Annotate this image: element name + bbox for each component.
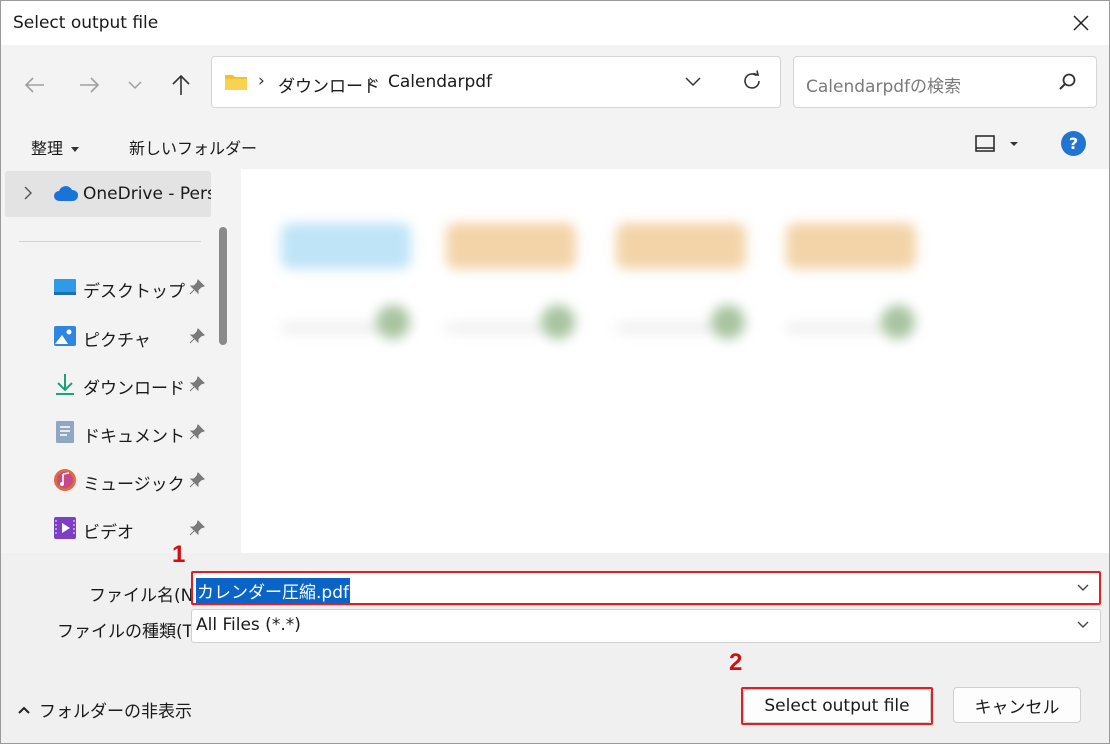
help-icon: ?	[1068, 134, 1079, 153]
pin-icon[interactable]	[189, 279, 205, 295]
up-button[interactable]	[163, 67, 199, 103]
address-bar[interactable]: › ダウンロード › Calendarpdf	[211, 56, 781, 108]
pin-icon[interactable]	[189, 472, 205, 488]
onedrive-cloud-icon	[54, 186, 79, 201]
sidebar-item-documents[interactable]: ドキュメント	[51, 412, 211, 452]
view-layout-icon	[975, 135, 1018, 152]
navigation-bar: › ダウンロード › Calendarpdf Calendarpdfの検索	[1, 45, 1109, 121]
pictures-icon	[54, 326, 76, 346]
sidebar-item-label: ピクチャ	[83, 331, 151, 351]
up-arrow-icon	[172, 74, 190, 95]
pin-icon[interactable]	[189, 376, 205, 392]
refresh-icon[interactable]	[740, 69, 764, 93]
sidebar-item-label: ミュージック	[83, 475, 185, 495]
close-button[interactable]	[1053, 1, 1109, 45]
filetype-select[interactable]: All Files (*.*)	[191, 609, 1101, 643]
chevron-up-icon	[18, 706, 30, 714]
search-placeholder: Calendarpdfの検索	[806, 77, 962, 97]
new-folder-button[interactable]: 新しいフォルダー	[129, 135, 257, 159]
view-options-button[interactable]	[973, 133, 1019, 159]
pin-icon[interactable]	[189, 520, 205, 536]
annotation-step-1: 1	[172, 541, 186, 568]
back-button[interactable]	[17, 67, 53, 103]
chevron-down-icon[interactable]	[1076, 620, 1090, 630]
cancel-button[interactable]: キャンセル	[953, 687, 1081, 723]
sidebar-item-label: ドキュメント	[83, 427, 185, 447]
chevron-down-icon[interactable]	[1076, 583, 1090, 593]
sidebar-item-videos[interactable]: ビデオ	[51, 508, 211, 548]
forward-button[interactable]	[71, 67, 107, 103]
search-box[interactable]: Calendarpdfの検索	[793, 56, 1097, 108]
sidebar-divider	[19, 241, 201, 242]
breadcrumb-separator: ›	[368, 71, 375, 91]
file-list-area[interactable]	[241, 169, 1109, 553]
sidebar-scrollbar-thumb[interactable]	[219, 227, 227, 345]
sidebar-item-pictures[interactable]: ピクチャ	[51, 316, 211, 356]
sidebar-item-music[interactable]: ミュージック	[51, 460, 211, 500]
back-arrow-icon	[24, 77, 44, 93]
close-icon	[1073, 15, 1089, 31]
chevron-down-icon[interactable]	[684, 71, 702, 91]
breadcrumb-downloads[interactable]: ダウンロード	[278, 72, 380, 97]
filename-value[interactable]: カレンダー圧縮.pdf	[196, 578, 350, 603]
sidebar-item-onedrive[interactable]: OneDrive - Perso	[5, 171, 211, 217]
command-bar: 整理 新しいフォルダー	[1, 121, 1109, 169]
organize-button[interactable]: 整理	[31, 135, 80, 159]
pin-icon[interactable]	[189, 328, 205, 344]
file-dialog: Select output file › ダウンロード › Calendarpd…	[0, 0, 1110, 744]
help-button[interactable]: ?	[1061, 131, 1086, 156]
sidebar-item-desktop[interactable]: デスクトップ	[51, 267, 211, 307]
filename-label: ファイル名(N):	[89, 586, 206, 606]
folder-icon	[225, 75, 247, 90]
sidebar-item-downloads[interactable]: ダウンロード	[51, 364, 211, 404]
breadcrumb-separator: ›	[258, 71, 265, 91]
annotation-step-2: 2	[729, 649, 743, 676]
chevron-down-icon	[128, 81, 142, 90]
recent-locations-button[interactable]	[117, 67, 153, 103]
search-icon[interactable]	[1058, 72, 1078, 92]
blurred-file-thumbnails	[261, 205, 947, 375]
select-output-file-button[interactable]: Select output file	[743, 689, 931, 723]
pin-icon[interactable]	[189, 424, 205, 440]
save-form-area: ファイル名(N): カレンダー圧縮.pdf ファイルの種類(T): All Fi…	[1, 553, 1109, 743]
music-icon	[54, 469, 76, 491]
title-bar: Select output file	[1, 1, 1109, 45]
sidebar-item-label: ビデオ	[83, 523, 134, 543]
navigation-pane: OneDrive - Perso デスクトップ ピクチャ ダウンロード ドキュメ…	[1, 169, 239, 553]
video-icon	[54, 517, 76, 539]
sidebar-item-label: ダウンロード	[83, 379, 185, 399]
chevron-right-icon[interactable]	[23, 185, 33, 201]
sidebar-item-label: デスクトップ	[83, 282, 185, 302]
breadcrumb-calendarpdf[interactable]: Calendarpdf	[388, 72, 492, 92]
documents-icon	[56, 421, 74, 443]
forward-arrow-icon	[80, 77, 100, 93]
hide-folders-toggle[interactable]: フォルダーの非表示	[17, 697, 192, 722]
filename-field[interactable]: カレンダー圧縮.pdf	[191, 572, 1101, 606]
caret-down-icon	[71, 147, 80, 152]
desktop-icon	[54, 279, 76, 295]
sidebar-item-label: OneDrive - Perso	[83, 184, 211, 204]
filetype-value: All Files (*.*)	[196, 615, 301, 635]
window-title: Select output file	[13, 13, 159, 33]
filetype-label: ファイルの種類(T):	[57, 622, 206, 642]
hide-folders-label: フォルダーの非表示	[39, 702, 192, 722]
download-icon	[56, 374, 74, 395]
organize-label: 整理	[31, 139, 64, 158]
